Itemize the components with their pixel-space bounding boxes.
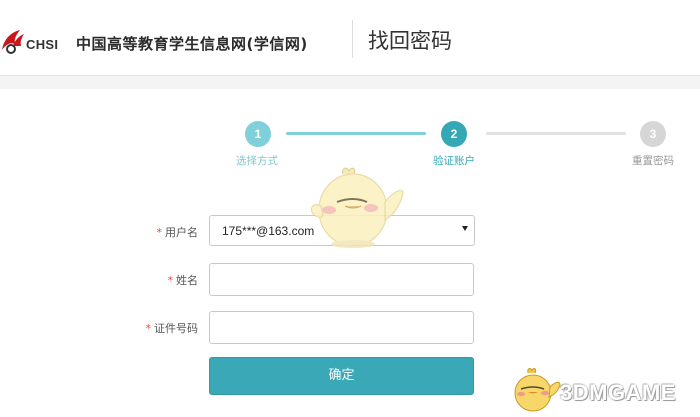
id-number-input[interactable] [209, 311, 474, 344]
step-2-circle: 2 [441, 121, 467, 147]
username-label-text: 用户名 [165, 226, 198, 239]
step-connector-1 [286, 132, 426, 135]
top-header: CHSI 中国高等教育学生信息网(学信网) 找回密码 [0, 0, 700, 76]
header-divider [352, 20, 353, 58]
step-2-label: 验证账户 [433, 155, 475, 167]
id-number-label-text: 证件号码 [154, 322, 198, 335]
name-label: * 姓名 [78, 272, 199, 288]
confirm-button[interactable]: 确定 [209, 357, 474, 395]
step-1-circle: 1 [245, 121, 271, 147]
id-number-label: * 证件号码 [78, 320, 199, 336]
site-name[interactable]: 中国高等教育学生信息网(学信网) [76, 33, 308, 54]
name-label-text: 姓名 [176, 274, 198, 287]
watermark-mascot-icon [514, 368, 561, 412]
dropdown-caret-icon [462, 226, 468, 231]
username-label: * 用户名 [78, 224, 199, 240]
logo-text: CHSI [26, 37, 59, 52]
step-3-label: 重置密码 [632, 155, 674, 167]
step-3-circle: 3 [640, 121, 666, 147]
step-1-label: 选择方式 [236, 155, 278, 167]
username-select-value: 175***@163.com [222, 224, 315, 238]
chick-mascot-icon [310, 167, 404, 248]
required-mark: * [167, 274, 174, 287]
required-mark: * [156, 226, 163, 239]
step-connector-2 [486, 132, 626, 135]
page-title: 找回密码 [368, 29, 452, 53]
name-input[interactable] [209, 263, 474, 296]
watermark-text: 3DMGAME [560, 380, 676, 405]
required-mark: * [145, 322, 152, 335]
